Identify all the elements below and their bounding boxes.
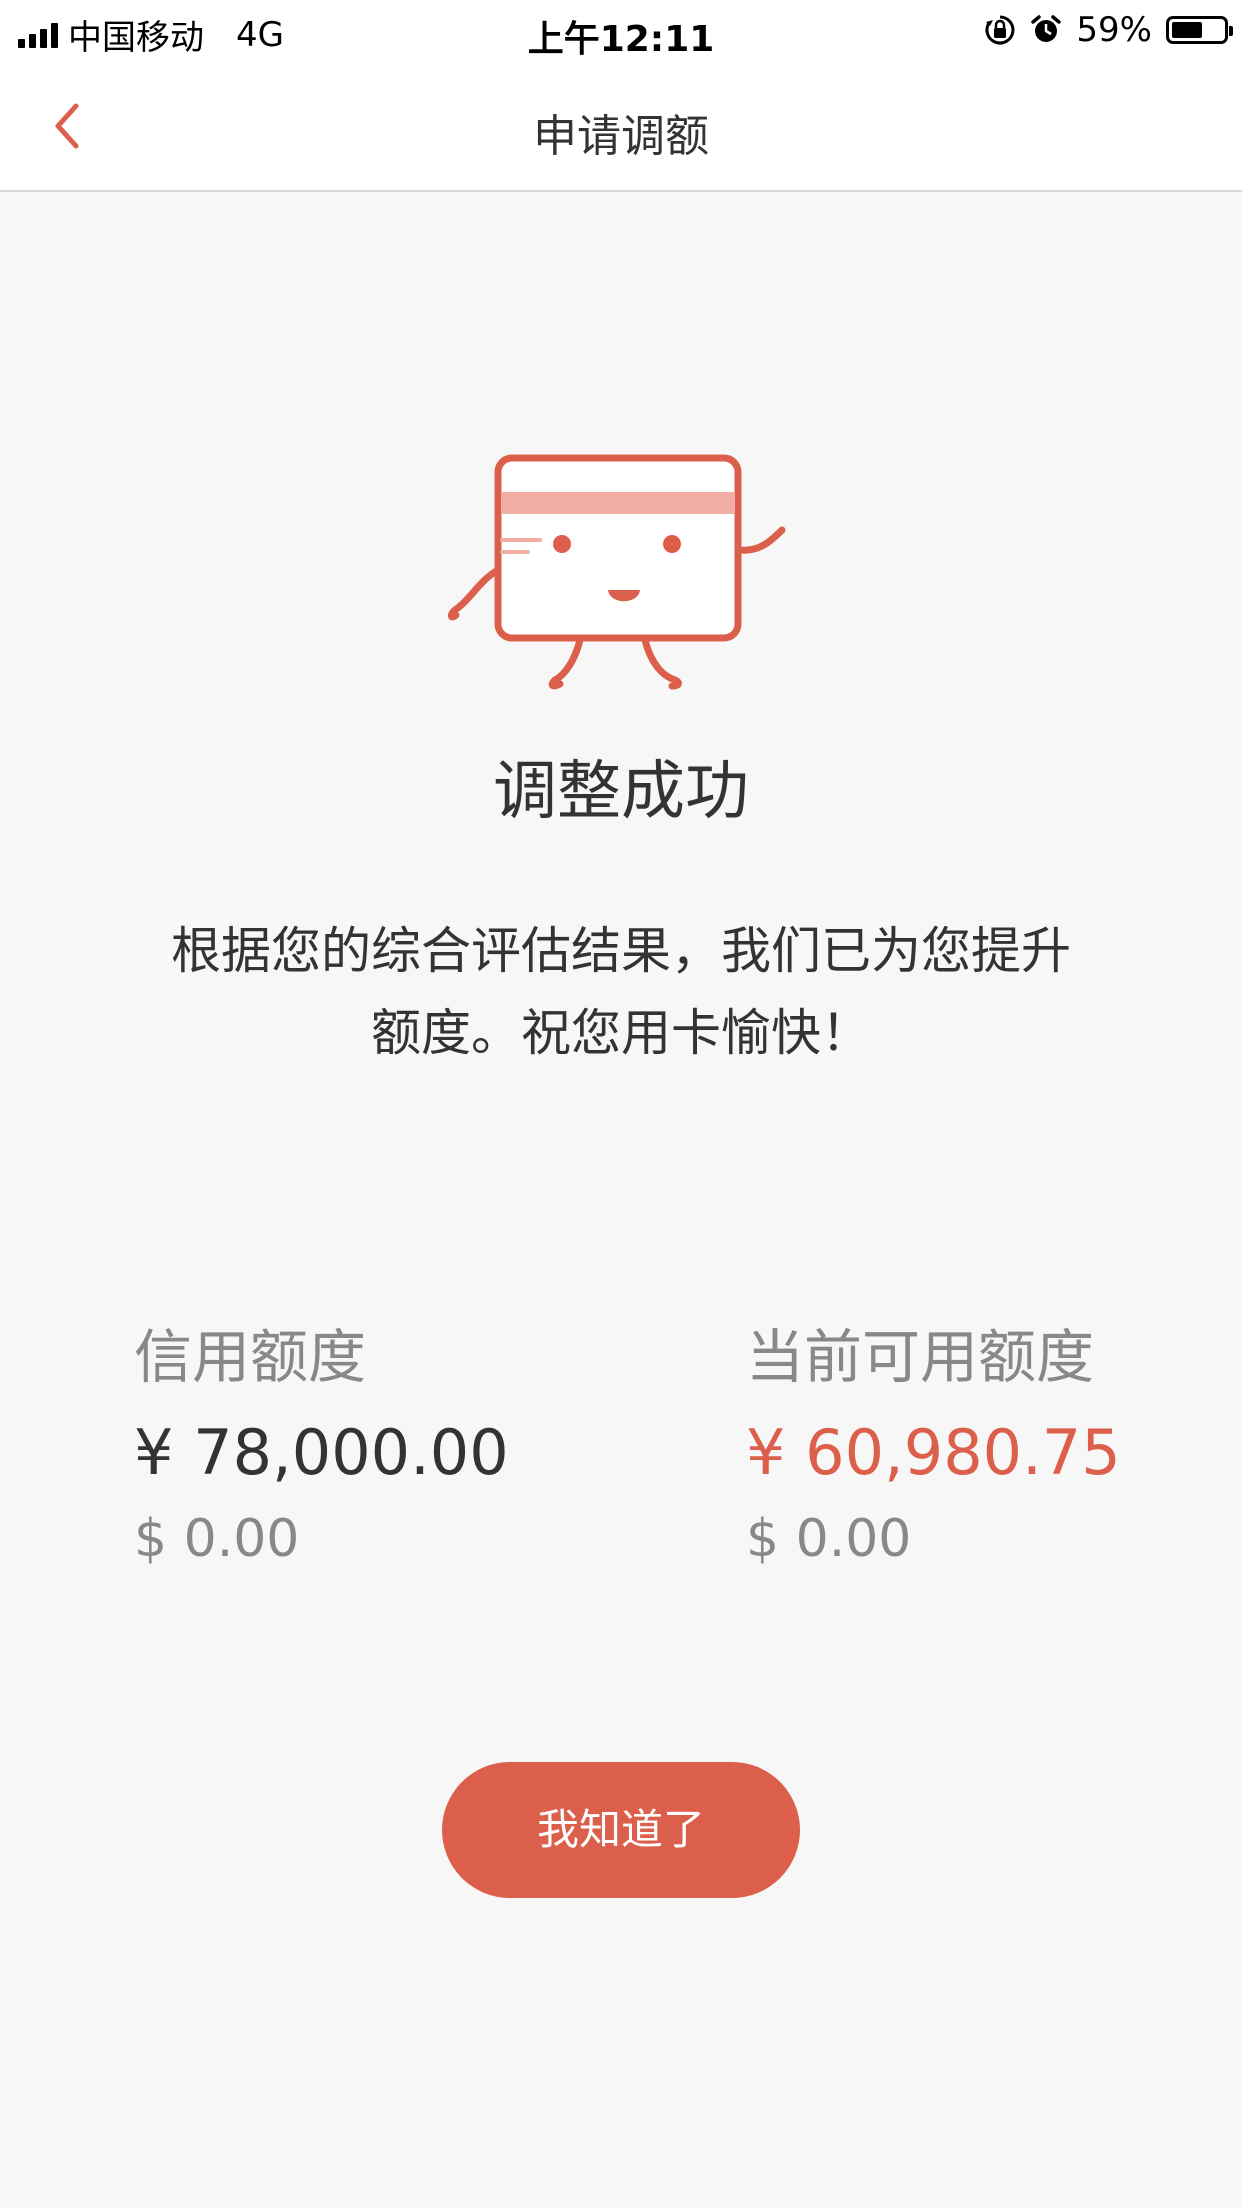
available-limit-cny: ¥ 60,980.75	[746, 1416, 1121, 1489]
card-mascot-illustration	[447, 454, 786, 690]
credit-limit-label: 信用额度	[134, 1323, 367, 1391]
got-it-button[interactable]: 我知道了	[442, 1762, 800, 1898]
alarm-icon	[1031, 15, 1062, 42]
result-description: 根据您的综合评估结果，我们已为您提升额度。祝您用卡愉快！	[171, 922, 1071, 1062]
battery-icon	[1166, 16, 1233, 44]
nav-bar: 申请调额	[0, 62, 1242, 192]
battery-percent: 59%	[1076, 10, 1152, 50]
available-limit-usd: $ 0.00	[746, 1509, 912, 1569]
credit-limit-cny: ¥ 78,000.00	[134, 1416, 509, 1489]
credit-limit-block: 信用额度 ¥ 78,000.00 $ 0.00	[134, 1310, 509, 1569]
credit-limit-usd: $ 0.00	[134, 1509, 300, 1569]
status-right: 59%	[984, 10, 1233, 50]
orientation-lock-icon	[985, 15, 1015, 45]
status-bar: 中国移动 4G 上午12:11 59%	[0, 0, 1242, 62]
battery-level	[1172, 22, 1202, 38]
available-limit-label: 当前可用额度	[746, 1323, 1095, 1391]
page-title: 申请调额	[533, 111, 709, 162]
result-title: 调整成功	[493, 755, 749, 829]
available-limit-block: 当前可用额度 ¥ 60,980.75 $ 0.00	[746, 1310, 1121, 1569]
